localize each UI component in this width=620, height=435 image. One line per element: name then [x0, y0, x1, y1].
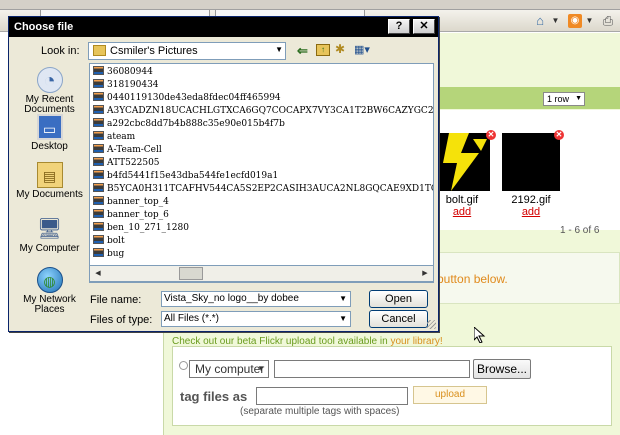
image-file-icon [93, 144, 104, 153]
image-file-icon [93, 209, 104, 218]
mouse-cursor-icon [474, 327, 486, 343]
chevron-down-icon[interactable]: ▼ [339, 292, 347, 306]
source-select[interactable]: My computer ▼ [189, 360, 269, 378]
image-file-icon [93, 170, 104, 179]
place-my-documents[interactable]: ▤ My Documents [12, 162, 87, 200]
source-radio[interactable] [179, 361, 188, 370]
dialog-title: Choose file [14, 21, 74, 33]
help-button[interactable]: ? [388, 19, 410, 34]
rows-select[interactable]: 1 row ▼ [543, 92, 585, 106]
new-folder-icon[interactable]: ✱ [335, 43, 349, 56]
file-item[interactable]: banner_top_6 [93, 209, 433, 222]
places-bar: ◔ My Recent Documents ▭ Desktop ▤ My Doc… [12, 61, 87, 323]
image-file-icon [93, 79, 104, 88]
image-file-icon [93, 118, 104, 127]
thumb-filename: 2192.gif [511, 194, 551, 206]
file-item[interactable]: b4fd5441f15e43dba544fe1ecfd019a1 [93, 170, 433, 183]
file-name-input[interactable]: Vista_Sky_no logo__by dobee ▼ [161, 291, 351, 307]
feed-icon[interactable]: ◉ [568, 14, 582, 28]
chevron-down-icon: ▼ [257, 364, 265, 373]
browser-menubar [0, 0, 620, 10]
file-list[interactable]: 36080944 318190434 0440119130de43eda8fde… [89, 63, 434, 283]
image-file-icon [93, 183, 104, 192]
image-file-icon [93, 196, 104, 205]
my-documents-icon: ▤ [36, 162, 63, 188]
place-recent-documents[interactable]: ◔ My Recent Documents [12, 67, 87, 115]
view-menu-icon[interactable]: ▦▾ [354, 44, 372, 56]
file-item[interactable]: bug [93, 248, 433, 261]
image-file-icon [93, 131, 104, 140]
results-count: 1 - 6 of 6 [560, 225, 600, 236]
file-item[interactable]: ATT522505 [93, 157, 433, 170]
thumb-filename: bolt.gif [445, 194, 479, 206]
image-file-icon [93, 66, 104, 75]
file-item[interactable]: 318190434 [93, 79, 433, 92]
file-item[interactable]: banner_top_4 [93, 196, 433, 209]
files-of-type-select[interactable]: All Files (*.*) ▼ [161, 311, 351, 327]
chevron-down-icon[interactable]: ▼ [585, 13, 594, 29]
scroll-left-icon[interactable]: ◀ [91, 267, 105, 280]
browse-button[interactable]: Browse... [473, 359, 531, 379]
recent-documents-icon: ◔ [36, 67, 63, 93]
file-item[interactable]: ateam [93, 131, 433, 144]
image-file-icon [93, 248, 104, 257]
place-my-computer[interactable]: 🖥 My Computer [12, 216, 87, 254]
screen: { "dialog": { "title": "Choose file", "h… [0, 0, 620, 435]
chevron-down-icon: ▼ [339, 314, 347, 323]
scroll-right-icon[interactable]: ▶ [418, 267, 432, 280]
choose-file-dialog: Choose file ? ✕ Look in: Csmiler's Pictu… [8, 16, 439, 332]
image-file-icon [93, 157, 104, 166]
look-in-select[interactable]: Csmiler's Pictures ▼ [88, 42, 286, 60]
image-file-icon [93, 105, 104, 114]
file-item[interactable]: bolt [93, 235, 433, 248]
home-icon[interactable]: ⌂ [532, 13, 548, 29]
folder-icon [93, 45, 106, 56]
print-icon[interactable]: ⎙ [600, 13, 616, 29]
my-computer-icon: 🖥 [36, 218, 63, 240]
tag-hint: (separate multiple tags with spaces) [240, 406, 400, 417]
image-file-icon [93, 222, 104, 231]
upload-button[interactable]: upload [413, 386, 487, 404]
remove-icon[interactable]: ✕ [554, 130, 564, 140]
image-file-icon [93, 235, 104, 244]
file-name-label: File name: [90, 294, 142, 306]
chevron-down-icon: ▼ [275, 45, 283, 54]
horizontal-scrollbar[interactable]: ◀ ▶ [89, 265, 434, 282]
message-text: button below. [437, 272, 508, 286]
file-item[interactable]: ben_10_271_1280 [93, 222, 433, 235]
file-item[interactable]: a292cbc8dd7b4b888c35e90e015b4f7b [93, 118, 433, 131]
place-desktop[interactable]: ▭ Desktop [12, 114, 87, 152]
image-file-icon [93, 92, 104, 101]
file-item[interactable]: 0440119130de43eda8fdec04ff465994 [93, 92, 433, 105]
desktop-icon: ▭ [36, 114, 63, 140]
scrollbar-thumb[interactable] [179, 267, 203, 280]
add-link[interactable]: add [501, 206, 561, 218]
file-item[interactable]: A3YCADZN18UCACHLGTXCA6GQ7COCAPX7VY3CA1T2… [93, 105, 433, 118]
resize-grip-icon[interactable] [427, 320, 436, 329]
file-path-input[interactable] [274, 360, 470, 378]
cancel-button[interactable]: Cancel [369, 310, 428, 328]
look-in-label: Look in: [41, 45, 80, 57]
file-item[interactable]: A-Team-Cell [93, 144, 433, 157]
open-button[interactable]: Open [369, 290, 428, 308]
network-places-icon: ◍ [36, 267, 63, 293]
tag-label: tag files as [180, 389, 248, 404]
close-button[interactable]: ✕ [413, 19, 435, 34]
remove-icon[interactable]: ✕ [486, 130, 496, 140]
chevron-down-icon[interactable]: ▼ [551, 13, 560, 29]
add-link[interactable]: add [432, 206, 492, 218]
dialog-titlebar[interactable]: Choose file ? ✕ [9, 17, 438, 37]
files-of-type-label: Files of type: [90, 314, 153, 326]
tag-input[interactable] [256, 387, 408, 405]
back-arrow-icon[interactable]: ⇐ [297, 43, 308, 59]
photos-panel-header [435, 87, 620, 109]
chevron-down-icon: ▼ [575, 95, 582, 102]
thumbnail-2192[interactable] [502, 133, 560, 191]
up-folder-icon[interactable]: ↑ [316, 44, 330, 56]
thumbnail-bolt[interactable] [435, 133, 490, 191]
file-item[interactable]: B5YCA0H311TCAFHV544CA5S2EP2CASIH3AUCA2NL… [93, 183, 433, 196]
place-network[interactable]: ◍ My Network Places [12, 267, 87, 315]
file-item[interactable]: 36080944 [93, 66, 433, 79]
